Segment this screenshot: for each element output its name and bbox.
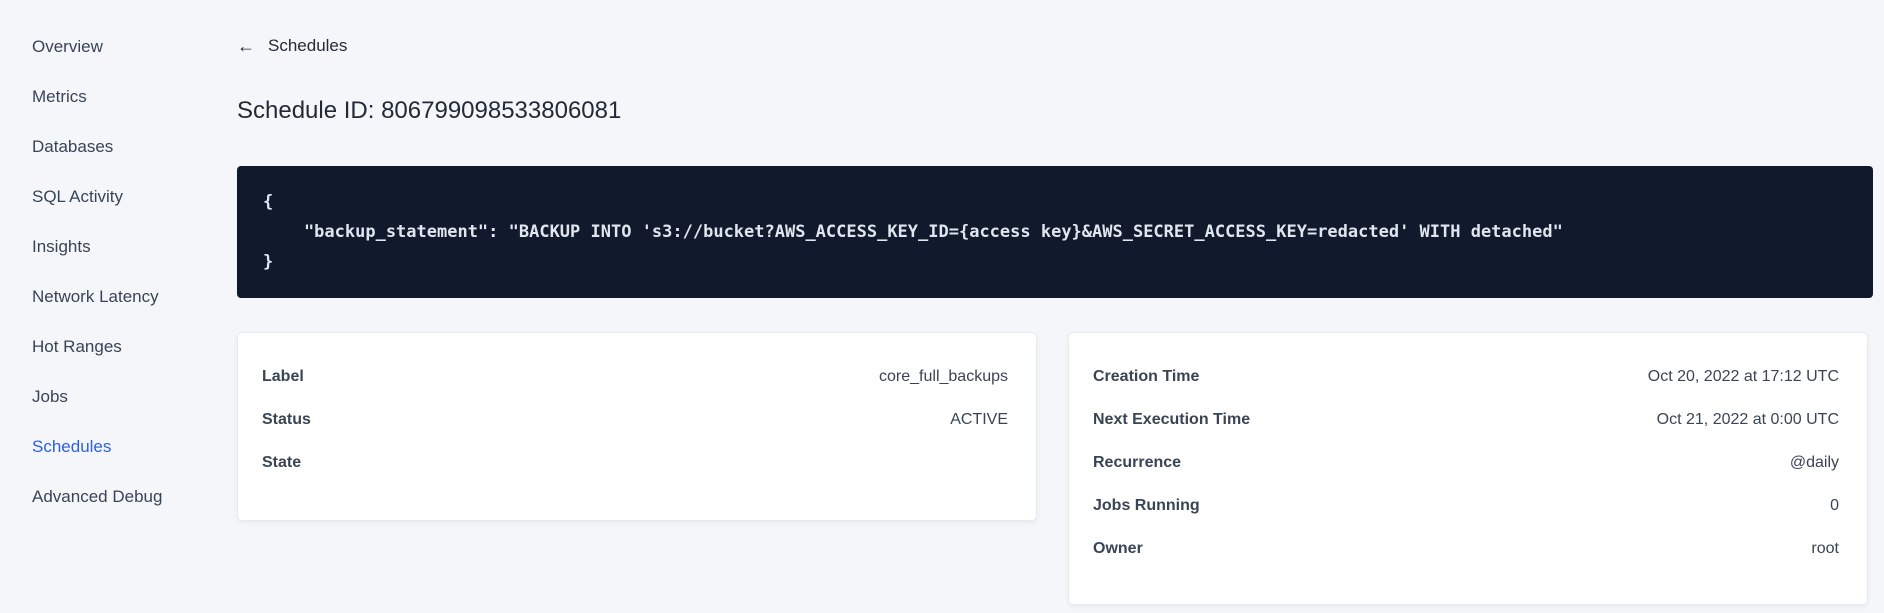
sidebar-item-overview[interactable]: Overview (0, 22, 217, 72)
detail-row-next-execution-time: Next Execution Time Oct 21, 2022 at 0:00… (1093, 398, 1839, 441)
detail-label: Next Execution Time (1093, 410, 1251, 428)
detail-value: root (1811, 539, 1839, 557)
code-line: { (263, 192, 274, 212)
sidebar-item-sql-activity[interactable]: SQL Activity (0, 172, 217, 222)
detail-value: 0 (1830, 496, 1839, 514)
back-link-label: Schedules (268, 36, 348, 55)
code-line: "backup_statement": "BACKUP INTO 's3://b… (263, 222, 1563, 242)
detail-row-jobs-running: Jobs Running 0 (1093, 484, 1839, 527)
detail-row-recurrence: Recurrence @daily (1093, 441, 1839, 484)
detail-row-label: Label core_full_backups (262, 355, 1008, 398)
sidebar-item-schedules[interactable]: Schedules (0, 422, 217, 472)
sidebar-item-hot-ranges[interactable]: Hot Ranges (0, 322, 217, 372)
detail-value: ACTIVE (950, 410, 1008, 428)
sidebar-item-jobs[interactable]: Jobs (0, 372, 217, 422)
sidebar-item-advanced-debug[interactable]: Advanced Debug (0, 472, 217, 522)
detail-label: Label (262, 367, 304, 385)
detail-row-status: Status ACTIVE (262, 398, 1008, 441)
detail-cards-row: Label core_full_backups Status ACTIVE St… (237, 332, 1884, 605)
sidebar-item-databases[interactable]: Databases (0, 122, 217, 172)
sidebar-item-metrics[interactable]: Metrics (0, 72, 217, 122)
detail-value: @daily (1789, 453, 1839, 471)
sidebar: Overview Metrics Databases SQL Activity … (0, 0, 217, 613)
detail-label: Status (262, 410, 311, 428)
schedule-definition-code-block: { "backup_statement": "BACKUP INTO 's3:/… (237, 166, 1873, 298)
sidebar-item-insights[interactable]: Insights (0, 222, 217, 272)
detail-label: Owner (1093, 539, 1143, 557)
detail-row-owner: Owner root (1093, 527, 1839, 570)
back-to-schedules-link[interactable]: ← Schedules (237, 36, 347, 56)
detail-label: State (262, 453, 302, 471)
main-content: ← Schedules Schedule ID: 806799098533806… (217, 0, 1884, 613)
schedule-summary-card: Label core_full_backups Status ACTIVE St… (237, 332, 1037, 521)
sidebar-item-network-latency[interactable]: Network Latency (0, 272, 217, 322)
detail-value: Oct 20, 2022 at 17:12 UTC (1647, 367, 1839, 385)
detail-row-creation-time: Creation Time Oct 20, 2022 at 17:12 UTC (1093, 355, 1839, 398)
detail-label: Recurrence (1093, 453, 1182, 471)
detail-value: core_full_backups (879, 367, 1008, 385)
detail-value: Oct 21, 2022 at 0:00 UTC (1656, 410, 1839, 428)
code-line: } (263, 252, 274, 272)
detail-label: Creation Time (1093, 367, 1200, 385)
detail-label: Jobs Running (1093, 496, 1200, 514)
schedule-timing-card: Creation Time Oct 20, 2022 at 17:12 UTC … (1068, 332, 1868, 605)
back-arrow-icon: ← (237, 36, 255, 56)
detail-row-state: State (262, 441, 1008, 484)
page-title: Schedule ID: 806799098533806081 (237, 97, 622, 124)
